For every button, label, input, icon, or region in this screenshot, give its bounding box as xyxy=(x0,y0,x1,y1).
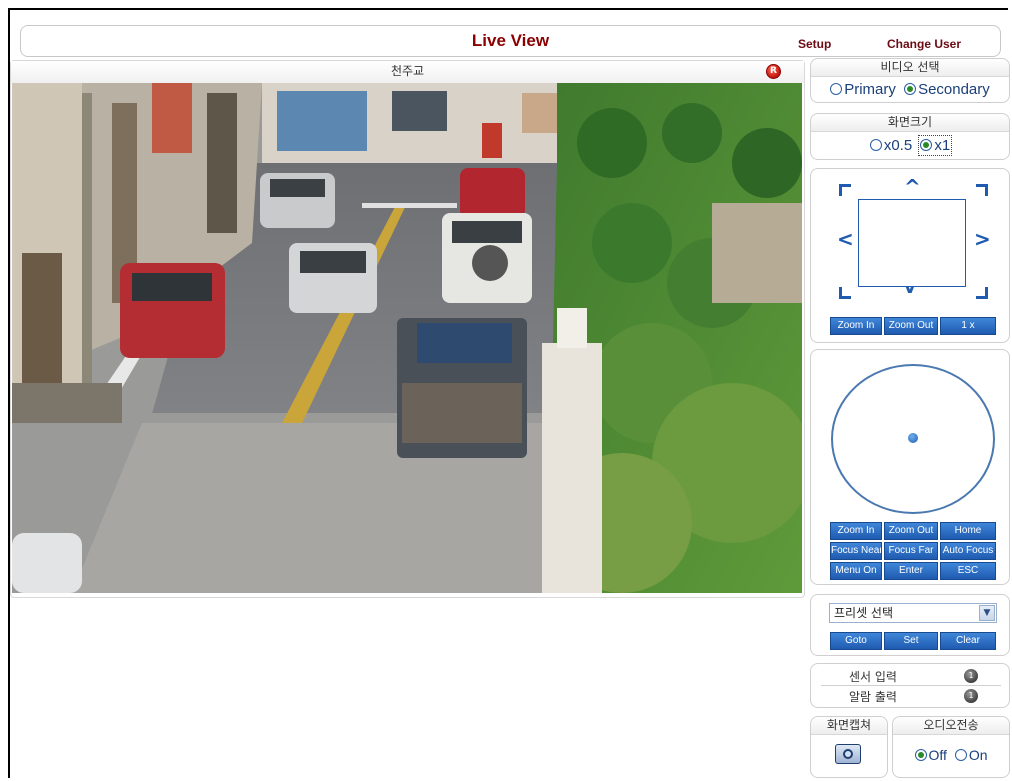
pan-right-icon[interactable]: > xyxy=(974,227,991,251)
joy-home-button[interactable]: Home xyxy=(940,522,996,540)
focus-near-button[interactable]: Focus Near xyxy=(830,542,882,560)
header-bar: Live View Setup Change User xyxy=(20,25,1001,57)
page-title: Live View xyxy=(471,31,550,50)
ptz-1x-button[interactable]: 1 x xyxy=(940,317,996,335)
preset-select[interactable]: 프리셋 선택 ▼ xyxy=(829,603,997,623)
camera-name: 천주교 xyxy=(11,61,804,83)
primary-radio[interactable] xyxy=(830,83,843,95)
audio-panel: 오디오전송 Off On xyxy=(892,716,1010,778)
size-half-option[interactable]: x0.5 xyxy=(869,137,913,154)
record-indicator-icon[interactable]: R xyxy=(766,64,781,79)
pan-up-right-icon[interactable] xyxy=(976,184,988,196)
preset-set-button[interactable]: Set xyxy=(884,632,938,650)
audio-on-label: On xyxy=(968,747,988,763)
size-full-option[interactable]: x1 xyxy=(918,135,953,156)
secondary-option[interactable]: Secondary xyxy=(904,81,990,98)
size-full-radio[interactable] xyxy=(920,139,933,151)
video-panel: 천주교 R xyxy=(10,60,805,598)
primary-option[interactable]: Primary xyxy=(830,81,896,98)
audio-on-radio[interactable] xyxy=(954,749,967,761)
joystick-circle[interactable] xyxy=(831,364,995,514)
io-panel: 센서 입력 1 알람 출력 1 xyxy=(810,663,1010,708)
screen-size-title: 화면크기 xyxy=(811,114,1009,132)
setup-link[interactable]: Setup xyxy=(798,37,831,51)
preset-select-value: 프리셋 선택 xyxy=(834,606,894,620)
joystick-handle-icon[interactable] xyxy=(908,433,918,443)
pan-up-left-icon[interactable] xyxy=(839,184,851,196)
audio-off-option[interactable]: Off xyxy=(914,747,947,763)
pan-left-icon[interactable]: < xyxy=(837,227,854,251)
joy-zoom-out-button[interactable]: Zoom Out xyxy=(884,522,938,540)
focus-far-button[interactable]: Focus Far xyxy=(884,542,938,560)
capture-panel: 화면캡쳐 xyxy=(810,716,888,778)
video-select-panel: 비디오 선택 Primary Secondary xyxy=(810,58,1010,103)
audio-options: Off On xyxy=(893,747,1009,763)
audio-title: 오디오전송 xyxy=(893,717,1009,735)
sensor-input-label: 센서 입력 xyxy=(849,670,897,684)
secondary-radio[interactable] xyxy=(904,83,917,95)
joystick-panel: Zoom In Zoom Out Home Focus Near Focus F… xyxy=(810,349,1010,585)
screen-size-panel: 화면크기 x0.5 x1 xyxy=(810,113,1010,160)
alarm-output-label: 알람 출력 xyxy=(849,690,897,704)
sensor-row: 센서 입력 1 xyxy=(821,668,1001,686)
preset-goto-button[interactable]: Goto xyxy=(830,632,882,650)
size-half-label: x0.5 xyxy=(883,137,913,154)
screen-size-options: x0.5 x1 xyxy=(811,135,1009,156)
ptz-area-box[interactable] xyxy=(858,199,966,287)
auto-focus-button[interactable]: Auto Focus xyxy=(940,542,996,560)
pan-down-right-icon[interactable] xyxy=(976,287,988,299)
alarm-row: 알람 출력 1 xyxy=(821,688,1001,706)
joy-zoom-in-button[interactable]: Zoom In xyxy=(830,522,882,540)
esc-button[interactable]: ESC xyxy=(940,562,996,580)
size-half-radio[interactable] xyxy=(869,139,882,151)
ptz-zoom-in-button[interactable]: Zoom In xyxy=(830,317,882,335)
menu-on-button[interactable]: Menu On xyxy=(830,562,882,580)
size-full-label: x1 xyxy=(934,137,951,154)
preset-panel: 프리셋 선택 ▼ Goto Set Clear xyxy=(810,594,1010,656)
enter-button[interactable]: Enter xyxy=(884,562,938,580)
secondary-label: Secondary xyxy=(918,81,990,98)
sensor-status-icon: 1 xyxy=(964,669,978,683)
camera-icon[interactable] xyxy=(835,744,861,764)
primary-label: Primary xyxy=(844,81,896,98)
audio-off-radio[interactable] xyxy=(914,749,927,761)
pan-up-icon[interactable]: ^ xyxy=(904,175,921,199)
ptz-direction-panel: ^ v < > Zoom In Zoom Out 1 x xyxy=(810,168,1010,343)
preset-clear-button[interactable]: Clear xyxy=(940,632,996,650)
alarm-status-icon[interactable]: 1 xyxy=(964,689,978,703)
audio-on-option[interactable]: On xyxy=(954,747,988,763)
ptz-zoom-out-button[interactable]: Zoom Out xyxy=(884,317,938,335)
video-frame-image xyxy=(12,83,802,593)
change-user-link[interactable]: Change User xyxy=(887,37,961,51)
audio-off-label: Off xyxy=(928,747,947,763)
chevron-down-icon[interactable]: ▼ xyxy=(979,605,995,621)
pan-down-left-icon[interactable] xyxy=(839,287,851,299)
live-video-feed[interactable] xyxy=(12,83,802,593)
capture-title: 화면캡쳐 xyxy=(811,717,887,735)
video-select-options: Primary Secondary xyxy=(811,81,1009,98)
video-select-title: 비디오 선택 xyxy=(811,59,1009,77)
